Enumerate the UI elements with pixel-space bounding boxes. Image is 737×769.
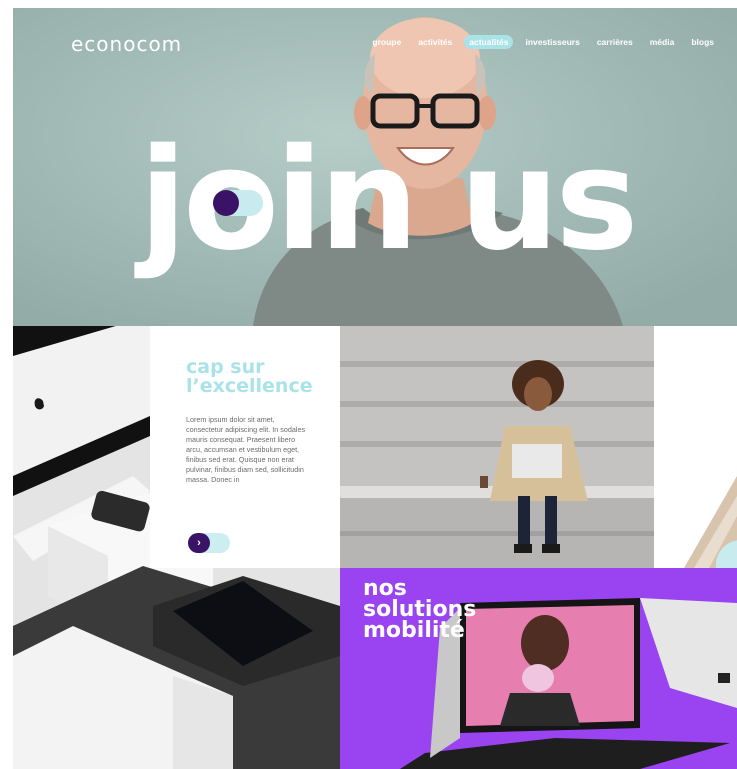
hero-headline-text: join us — [134, 128, 633, 282]
mobility-title-line-2: solutions — [363, 597, 477, 622]
card-title-line-2: l’excellence — [186, 375, 313, 397]
toggle-pill-icon — [213, 190, 263, 216]
econocom-logo[interactable]: econocom — [71, 32, 182, 56]
nav-item-activites[interactable]: activités — [413, 35, 457, 49]
nav-item-carrieres[interactable]: carrières — [592, 35, 638, 49]
main-nav: groupe activités actualités investisseur… — [367, 35, 719, 49]
mobility-title-line-3: mobilité — [363, 618, 465, 643]
nav-item-media[interactable]: média — [645, 35, 680, 49]
woman-laptop-photo — [340, 326, 654, 568]
mobility-title-line-1: nos — [363, 576, 407, 601]
chevron-right-icon: › — [188, 533, 210, 553]
nav-item-investisseurs[interactable]: investisseurs — [520, 35, 584, 49]
hero-banner: econocom groupe activités actualités inv… — [13, 8, 737, 326]
mobility-title: nos solutions mobilité — [363, 576, 477, 643]
hero-headline: join us — [134, 128, 633, 282]
card-title: cap sur l’excellence — [186, 358, 336, 396]
woman-laptop-illustration — [340, 326, 654, 568]
nav-item-actualites[interactable]: actualités — [464, 35, 514, 49]
nav-item-blogs[interactable]: blogs — [686, 35, 719, 49]
excellence-card: cap sur l’excellence Lorem ipsum dolor s… — [150, 326, 340, 568]
page: econocom groupe activités actualités inv… — [0, 0, 737, 769]
right-partial-illustration — [654, 326, 737, 568]
card-body-text: Lorem ipsum dolor sit amet, consectetur … — [186, 415, 306, 484]
mobility-solutions-banner: nos solutions mobilité — [340, 568, 737, 769]
nav-item-groupe[interactable]: groupe — [367, 35, 406, 49]
right-partial-photo — [654, 326, 737, 568]
card-read-more-button[interactable]: › — [188, 533, 230, 553]
